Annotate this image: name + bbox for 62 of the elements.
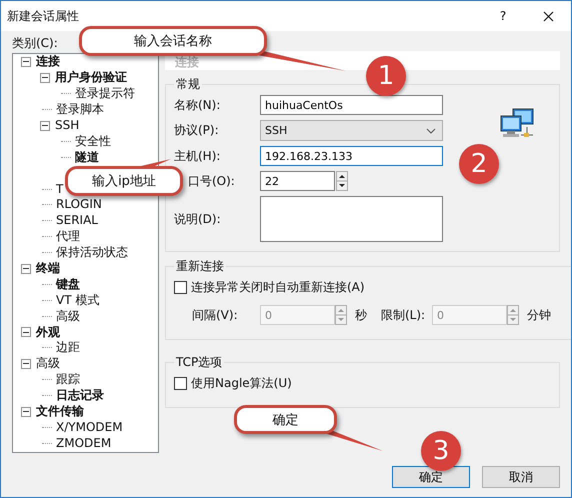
tree-item[interactable]: VT 模式 (56, 292, 100, 308)
callout: 确定 (234, 405, 337, 434)
unit-label: 秒 (355, 306, 367, 324)
field-label: 限制(L): (381, 306, 426, 324)
tree-item[interactable]: 代理 (56, 229, 80, 244)
caret-icon (426, 128, 436, 134)
tree-item[interactable]: 安全性 (75, 134, 111, 149)
description-field[interactable] (260, 196, 443, 242)
tree-item[interactable]: 登录脚本 (56, 102, 104, 118)
group-title: TCP选项 (175, 354, 224, 371)
cancel-button[interactable]: 取消 (482, 466, 560, 488)
host-field[interactable]: 192.168.23.133 (260, 146, 443, 166)
step-number-badge: 2 (459, 144, 499, 184)
collapse-toggle-icon[interactable] (21, 406, 31, 417)
tree-item[interactable]: X/YMODEM (56, 420, 123, 435)
tree-item[interactable]: 用户身份验证 (55, 70, 127, 86)
tree-item[interactable]: 跟踪 (56, 372, 80, 388)
field-label: 间隔(V): (191, 306, 239, 324)
spinner-buttons[interactable] (336, 171, 348, 191)
tree-item[interactable]: RLOGIN (56, 197, 102, 212)
tree-item[interactable]: 键盘 (56, 276, 80, 292)
field-label: 主机(H): (174, 148, 220, 164)
ok-button[interactable]: 确定 (392, 466, 470, 488)
tree-item[interactable]: 高级 (56, 308, 80, 324)
tree-item[interactable]: 外观 (36, 324, 60, 340)
tree-item[interactable]: 连接 (36, 54, 60, 70)
tree-item[interactable]: 保持活动状态 (56, 245, 128, 260)
field-label: 口号(O): (188, 172, 235, 190)
group-title: 常规 (175, 76, 201, 93)
category-label: 类别(C): (12, 35, 58, 52)
tree-item[interactable]: ZMODEM (56, 436, 112, 451)
protocol-dropdown[interactable]: SSH (260, 120, 443, 141)
field-label: 协议(P): (174, 122, 219, 139)
help-button[interactable]: ? (481, 1, 525, 31)
unit-label: 分钟 (527, 306, 551, 324)
window-title: 新建会话属性 (7, 8, 79, 24)
checkbox[interactable]: 使用Nagle算法(U) (174, 375, 551, 392)
port-field[interactable]: 22 (260, 171, 335, 191)
collapse-toggle-icon[interactable] (21, 358, 31, 369)
step-number-badge: 3 (421, 431, 461, 471)
field-label: 名称(N): (174, 96, 220, 114)
collapse-toggle-icon[interactable] (40, 72, 50, 83)
close-icon (542, 10, 554, 22)
collapse-toggle-icon[interactable] (21, 56, 31, 67)
tree-item[interactable]: SSH (55, 118, 80, 133)
name-field[interactable]: huihuaCentOs (260, 95, 443, 115)
collapse-toggle-icon[interactable] (21, 264, 31, 274)
group-title: 重新连接 (175, 258, 225, 275)
tree-item[interactable]: 终端 (36, 261, 60, 276)
tree-item[interactable]: 边距 (56, 340, 80, 356)
tree-item[interactable]: 高级 (36, 356, 60, 372)
collapse-toggle-icon[interactable] (21, 327, 31, 338)
tree-item[interactable]: SERIAL (56, 213, 98, 228)
tree-item[interactable]: 登录提示符 (75, 86, 135, 102)
tree-item[interactable]: T (56, 182, 64, 197)
collapse-toggle-icon[interactable] (40, 120, 50, 130)
callout: 输入会话名称 (79, 26, 267, 56)
tree-item[interactable]: 日志记录 (56, 388, 104, 404)
field-label: 说明(D): (174, 210, 221, 228)
tree-item[interactable]: 文件传输 (36, 404, 84, 420)
callout: 输入ip地址 (65, 166, 183, 196)
tree-item[interactable]: 隧道 (75, 150, 99, 165)
